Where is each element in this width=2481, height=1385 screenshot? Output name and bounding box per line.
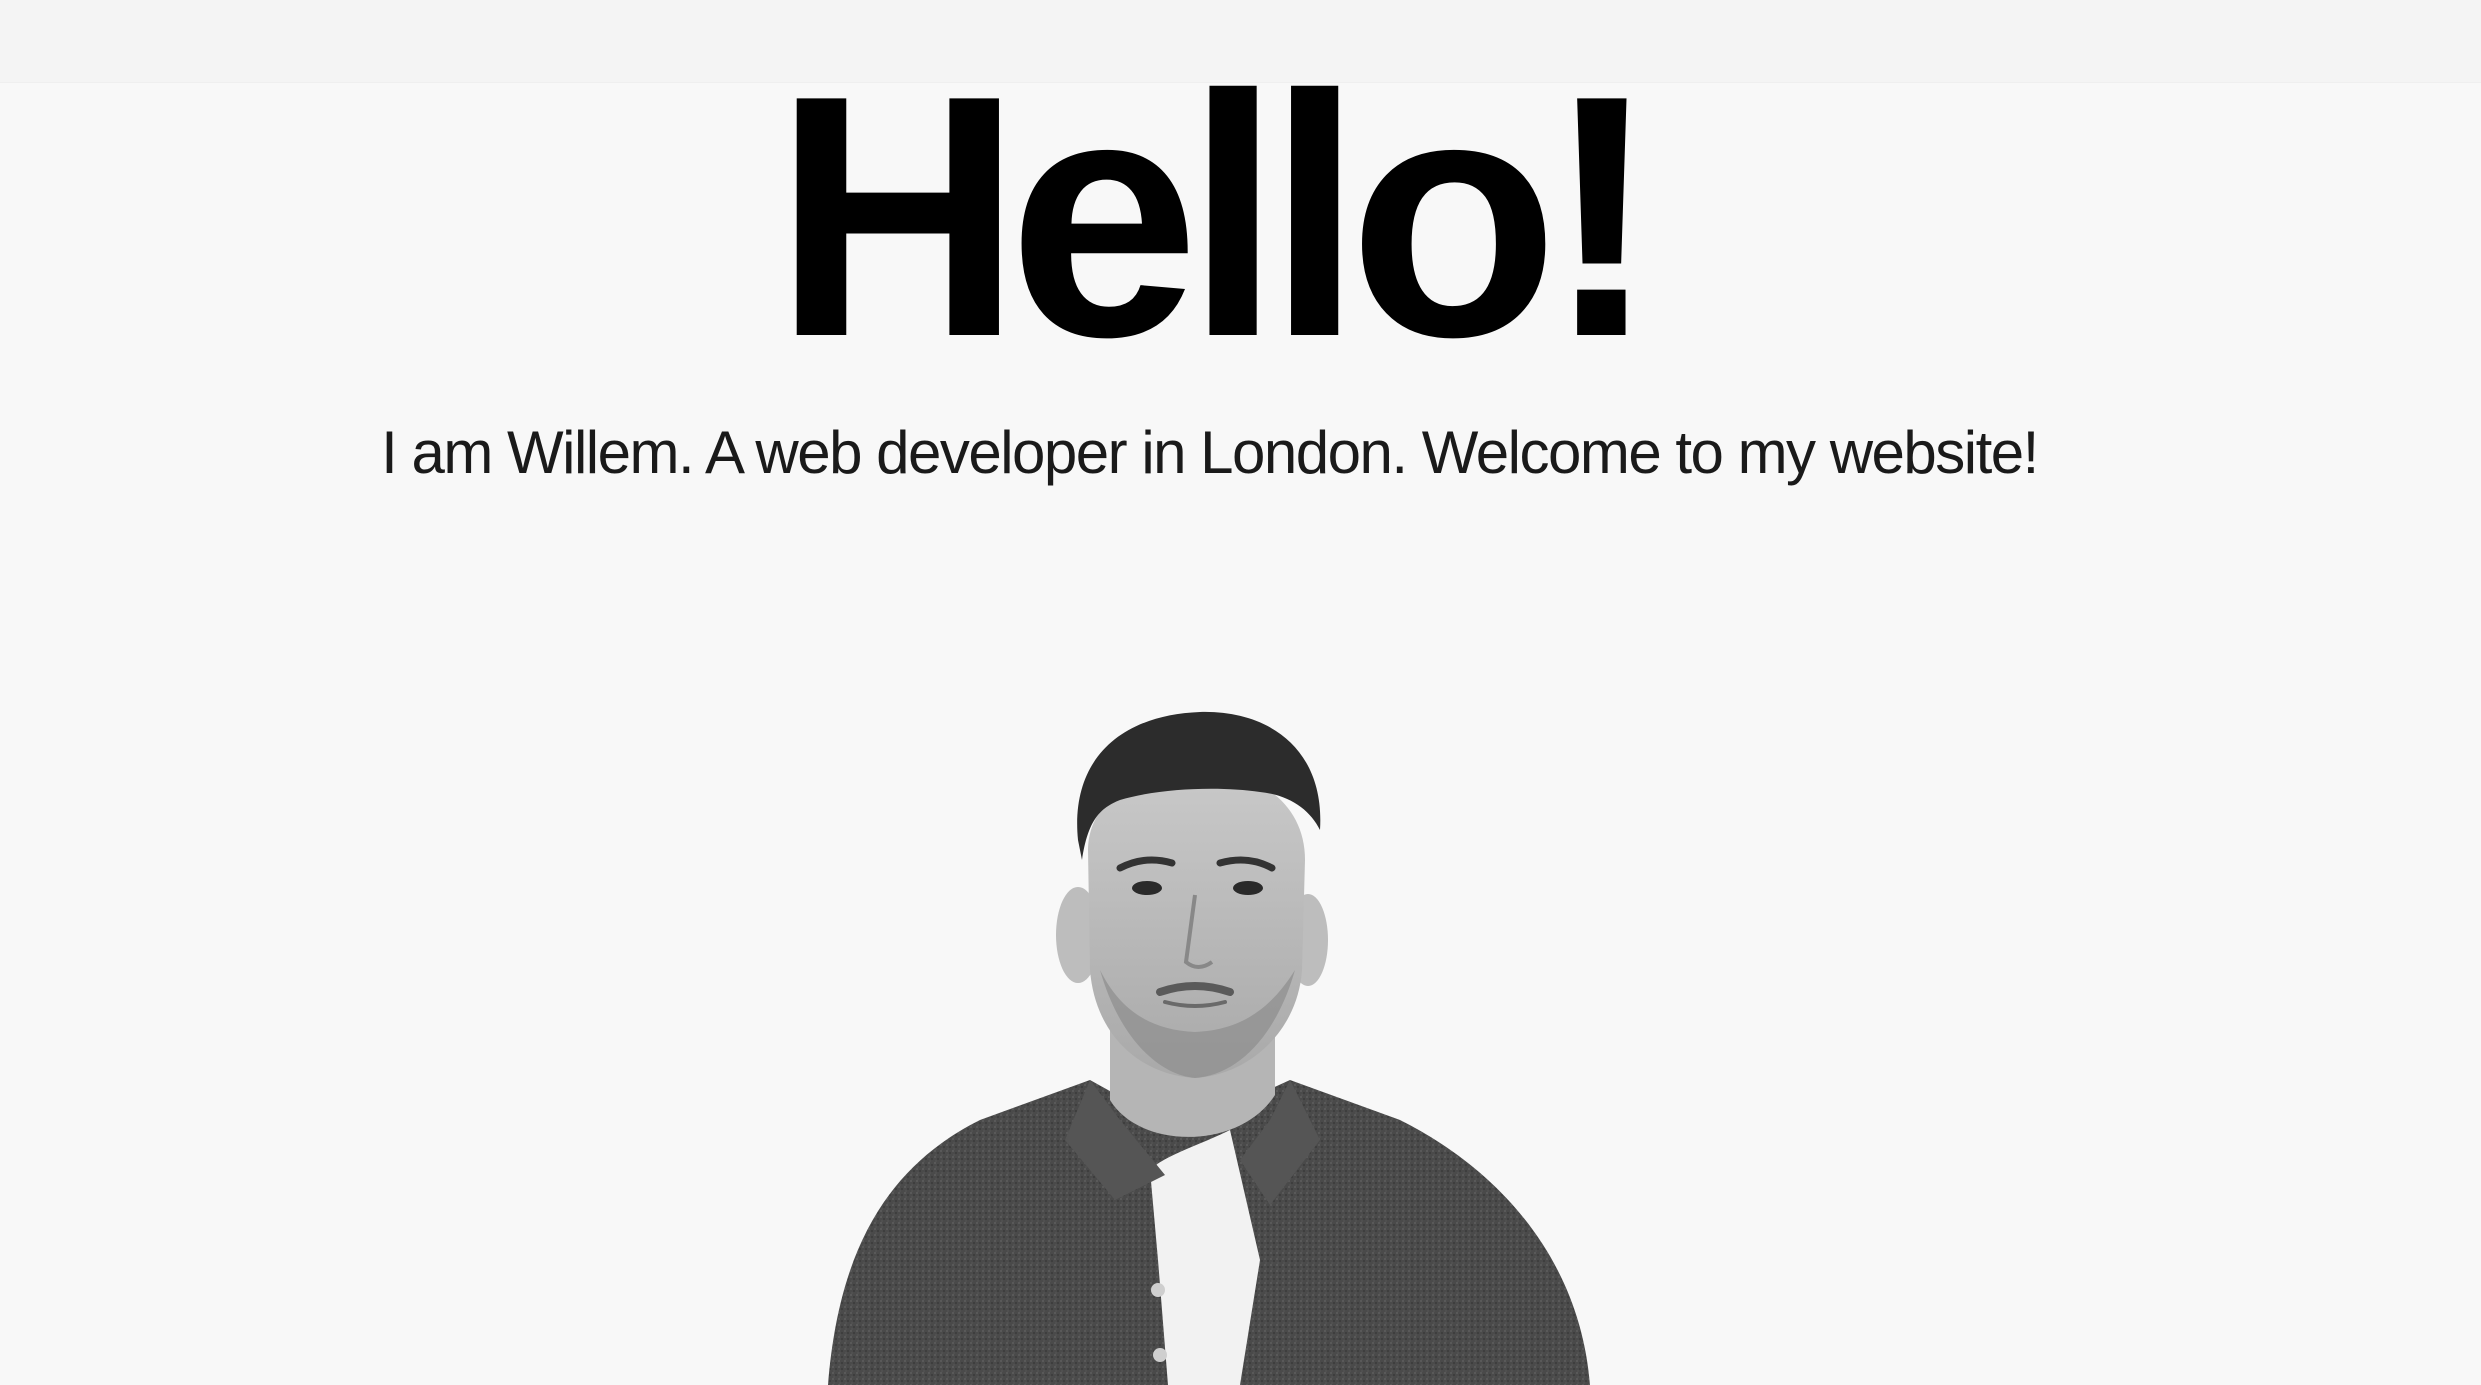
hero-title: Hello! <box>773 24 1660 408</box>
intro-text: I am Willem. A web developer in London. … <box>381 419 2039 486</box>
portrait-photo <box>820 700 1610 1385</box>
